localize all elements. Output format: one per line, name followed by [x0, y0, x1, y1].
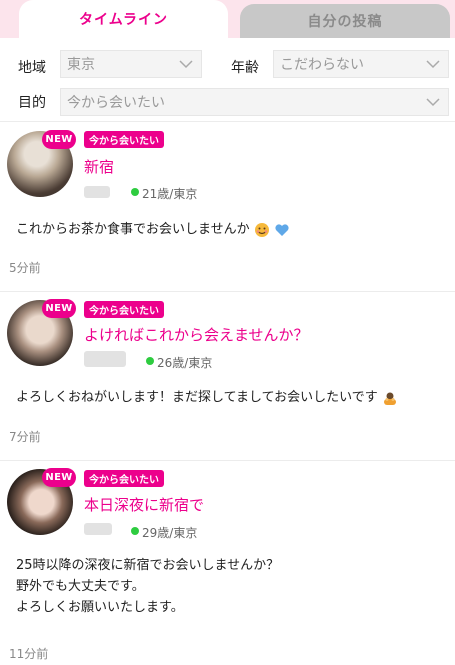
smiling-face-emoji — [254, 222, 269, 237]
purpose-badge: 今から会いたい — [84, 470, 164, 487]
age-location: 21歳/東京 — [142, 187, 198, 201]
online-status-icon — [131, 527, 139, 535]
chevron-down-icon — [426, 98, 440, 107]
region-label: 地域 — [18, 60, 46, 76]
post-title[interactable]: 本日深夜に新宿で — [84, 494, 204, 515]
post-body-line: よろしくお願いいたします。 — [16, 600, 184, 615]
online-status-icon — [131, 188, 139, 196]
post-body-text: よろしくおねがいします！まだ探してましてお会いしたいです — [16, 390, 378, 405]
purpose-label: 目的 — [18, 95, 46, 111]
purpose-select-value: 今から会いたい — [67, 95, 165, 111]
age-location: 26歳/東京 — [157, 356, 213, 370]
post-time: 5分前 — [9, 261, 41, 275]
age-select-value: こだわらない — [280, 57, 364, 73]
new-badge: NEW — [42, 468, 76, 487]
purpose-badge: 今から会いたい — [84, 301, 164, 318]
post-body: 25時以降の深夜に新宿でお会いしませんか？ 野外でも大丈夫です。 よろしくお願い… — [16, 555, 279, 618]
post-time: 7分前 — [9, 430, 41, 444]
tab-my-posts[interactable]: 自分の投稿 — [240, 4, 450, 38]
username-blurred — [84, 351, 126, 367]
divider — [0, 460, 455, 461]
online-status-icon — [146, 357, 154, 365]
post-body: よろしくおねがいします！まだ探してましてお会いしたいです — [16, 387, 398, 408]
post-body: これからお茶か食事でお会いしませんか — [16, 219, 290, 240]
blue-heart-emoji — [275, 223, 289, 236]
post-time: 11分前 — [9, 647, 49, 661]
post-body-line: 25時以降の深夜に新宿でお会いしませんか？ — [16, 558, 280, 573]
divider — [0, 291, 455, 292]
tab-bar: タイムライン 自分の投稿 — [0, 0, 455, 38]
region-select-value: 東京 — [67, 57, 95, 73]
post-title[interactable]: 新宿 — [84, 156, 114, 177]
chevron-down-icon — [426, 60, 440, 69]
age-label: 年齢 — [231, 60, 259, 76]
post-title[interactable]: よければこれから会えませんか？ — [84, 324, 309, 345]
tab-timeline[interactable]: タイムライン — [19, 0, 228, 38]
region-select[interactable]: 東京 — [60, 50, 202, 78]
age-select[interactable]: こだわらない — [273, 50, 449, 78]
new-badge: NEW — [42, 299, 76, 318]
new-badge: NEW — [42, 130, 76, 149]
age-location: 29歳/東京 — [142, 526, 198, 540]
divider — [0, 121, 455, 122]
username-blurred — [84, 186, 110, 198]
post-body-line: 野外でも大丈夫です。 — [16, 579, 145, 594]
post-body-text: これからお茶か食事でお会いしませんか — [16, 222, 250, 237]
purpose-badge: 今から会いたい — [84, 131, 164, 148]
chevron-down-icon — [179, 60, 193, 69]
purpose-select[interactable]: 今から会いたい — [60, 88, 449, 116]
username-blurred — [84, 523, 112, 535]
bowing-person-emoji — [383, 392, 396, 405]
